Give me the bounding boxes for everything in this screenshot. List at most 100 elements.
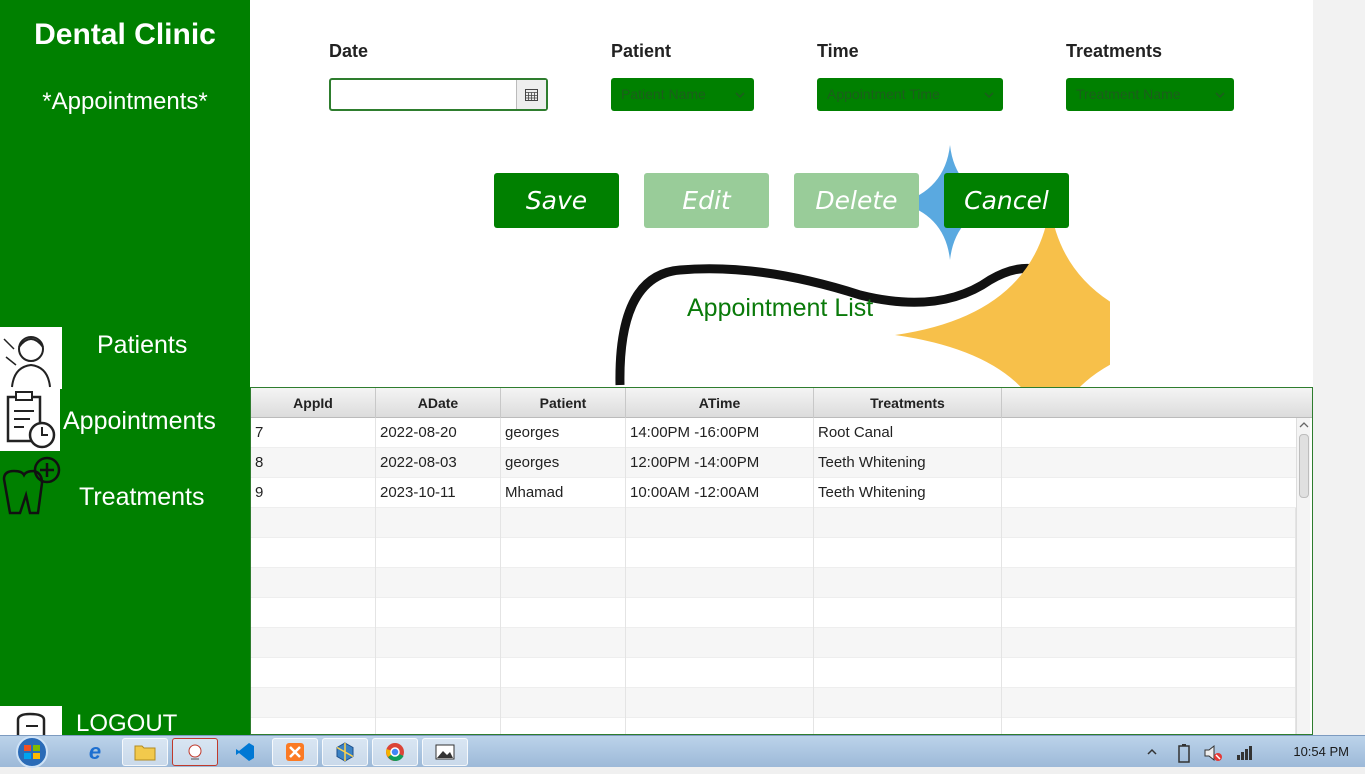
time-placeholder: Appointment Time [827,86,940,102]
patient-select[interactable]: Patient Name [611,78,754,111]
vscode-icon[interactable] [222,738,268,766]
empty-cell [814,508,1002,538]
empty-cell [626,538,814,568]
empty-cell [376,508,501,538]
box-app-icon[interactable] [322,738,368,766]
empty-cell [626,628,814,658]
empty-table-row [251,688,1296,718]
empty-cell [501,538,626,568]
cell-adate: 2022-08-20 [376,418,501,448]
empty-cell [814,688,1002,718]
chevron-down-icon [1215,87,1225,103]
cell-atime: 12:00PM -14:00PM [626,448,814,478]
empty-table-row [251,568,1296,598]
chevron-down-icon [984,87,994,103]
empty-cell [814,718,1002,734]
empty-cell [814,628,1002,658]
empty-cell [501,658,626,688]
cell-atime: 10:00AM -12:00AM [626,478,814,508]
table-scrollbar[interactable] [1296,418,1311,734]
cell-treatments: Root Canal [814,418,1002,448]
empty-cell [376,598,501,628]
empty-cell [1002,658,1296,688]
empty-cell [501,598,626,628]
tray-expand-icon[interactable] [1146,745,1158,763]
empty-cell [376,538,501,568]
patient-label: Patient [611,41,672,61]
scrollbar-thumb[interactable] [1299,434,1309,498]
empty-cell [1002,568,1296,598]
column-header-appid[interactable]: AppId [251,388,376,418]
save-button[interactable]: Save [494,173,619,228]
empty-cell [251,628,376,658]
date-picker[interactable] [329,78,548,111]
empty-cell [376,568,501,598]
sidebar-item-appointments[interactable]: Appointments [63,407,216,436]
empty-cell [814,568,1002,598]
patient-icon[interactable] [0,327,62,389]
calendar-icon[interactable] [516,80,546,109]
empty-cell [501,688,626,718]
empty-cell [251,688,376,718]
treatment-select[interactable]: Treatment Name [1066,78,1234,111]
empty-cell [814,538,1002,568]
internet-explorer-icon[interactable]: e [72,738,118,766]
sidebar-item-patients[interactable]: Patients [97,331,187,360]
start-orb-icon[interactable] [10,735,54,769]
battery-icon[interactable] [1177,743,1191,768]
column-header-treatments[interactable]: Treatments [814,388,1002,418]
appointment-table: AppId ADate Patient ATime Treatments 7 2… [250,387,1313,735]
empty-cell [1002,628,1296,658]
sidebar-item-treatments[interactable]: Treatments [79,483,205,512]
table-row[interactable]: 7 2022-08-20 georges 14:00PM -16:00PM Ro… [251,418,1296,448]
xampp-icon[interactable] [272,738,318,766]
empty-cell [626,508,814,538]
empty-cell [1002,598,1296,628]
scroll-up-icon[interactable] [1297,419,1311,431]
logout-icon[interactable] [0,706,62,735]
cell-atime: 14:00PM -16:00PM [626,418,814,448]
empty-cell [626,568,814,598]
file-explorer-icon[interactable] [122,738,168,766]
empty-cell [251,508,376,538]
column-header-adate[interactable]: ADate [376,388,501,418]
table-row[interactable]: 8 2022-08-03 georges 12:00PM -14:00PM Te… [251,448,1296,478]
volume-muted-icon[interactable] [1203,743,1225,768]
column-header-patient[interactable]: Patient [501,388,626,418]
cell-appid: 9 [251,478,376,508]
column-header-atime[interactable]: ATime [626,388,814,418]
network-signal-icon[interactable] [1236,744,1254,765]
empty-cell [1002,688,1296,718]
empty-cell [1002,718,1296,734]
empty-cell [376,688,501,718]
clipboard-clock-icon[interactable] [0,389,60,451]
time-select[interactable]: Appointment Time [817,78,1003,111]
cell-treatments: Teeth Whitening [814,478,1002,508]
table-row[interactable]: 9 2023-10-11 Mhamad 10:00AM -12:00AM Tee… [251,478,1296,508]
chevron-down-icon [735,87,745,103]
empty-cell [501,508,626,538]
time-label: Time [817,41,859,61]
cancel-button[interactable]: Cancel [944,173,1069,228]
cell-patient: georges [501,418,626,448]
empty-cell [251,568,376,598]
empty-cell [376,718,501,734]
tooth-plus-icon[interactable] [0,455,62,517]
taskbar-clock[interactable]: 10:54 PM [1293,744,1349,759]
logout-button[interactable]: LOGOUT [76,710,177,735]
empty-cell [501,628,626,658]
empty-cell [251,718,376,734]
appointment-list-title: Appointment List [687,294,874,322]
empty-cell [814,658,1002,688]
edit-button[interactable]: Edit [644,173,769,228]
photo-app-icon[interactable] [422,738,468,766]
treatments-label: Treatments [1066,41,1163,61]
cell-appid: 8 [251,448,376,478]
empty-cell [501,718,626,734]
delete-button[interactable]: Delete [794,173,919,228]
taskbar: e 10:54 PM [0,735,1365,769]
java-app-icon[interactable] [172,738,218,766]
chrome-icon[interactable] [372,738,418,766]
patient-placeholder: Patient Name [621,86,706,102]
empty-cell [376,658,501,688]
